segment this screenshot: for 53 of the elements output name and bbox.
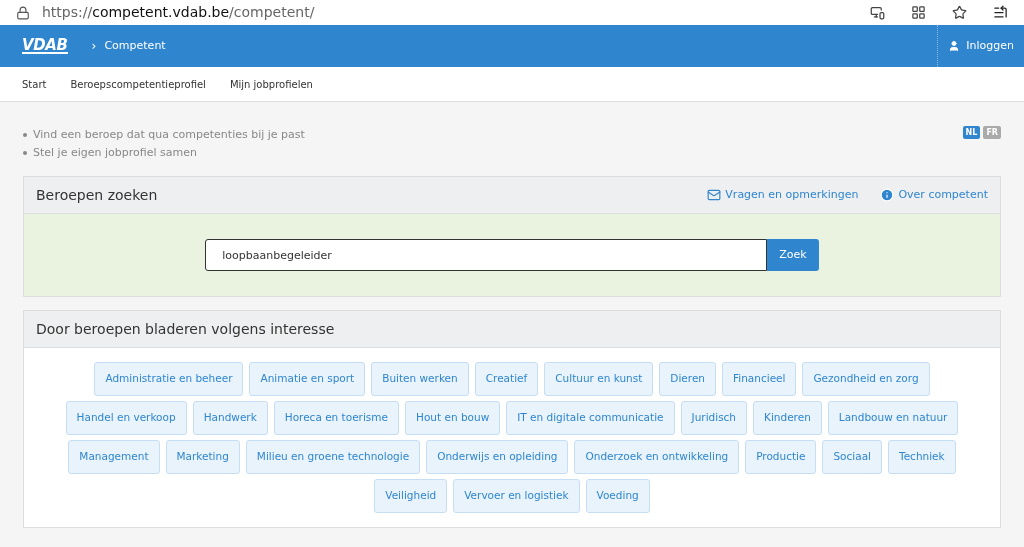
interest-tag[interactable]: Voeding	[585, 479, 650, 513]
favorite-icon[interactable]	[952, 5, 967, 20]
language-toggle[interactable]: FR	[983, 126, 1001, 139]
interest-tag[interactable]: Management	[68, 440, 160, 474]
nav-link[interactable]: Beroepscompetentieprofiel	[70, 76, 206, 92]
favorites-list-icon[interactable]	[993, 5, 1008, 20]
logo[interactable]: VDAB	[22, 38, 68, 54]
device-icon[interactable]	[870, 5, 885, 20]
bullet-icon	[23, 151, 27, 155]
interest-tag[interactable]: Dieren	[659, 362, 716, 396]
interest-tag[interactable]: Animatie en sport	[249, 362, 366, 396]
interest-tag[interactable]: Kinderen	[753, 401, 822, 435]
interest-tag[interactable]: Handel en verkoop	[65, 401, 187, 435]
grid-icon[interactable]	[911, 5, 926, 20]
panel-title: Door beroepen bladeren volgens interesse	[36, 319, 335, 339]
interest-tag[interactable]: Creatief	[474, 362, 539, 396]
interest-tag[interactable]: Gezondheid en zorg	[802, 362, 930, 396]
intro-item: Vind een beroep dat qua competenties bij je past	[33, 127, 305, 143]
search-button[interactable]: Zoek	[767, 239, 819, 271]
nav-link[interactable]: Start	[22, 76, 47, 92]
nav-link[interactable]: Mijn jobprofielen	[229, 76, 313, 92]
interest-tag[interactable]: Marketing	[165, 440, 240, 474]
bullet-icon	[23, 133, 27, 137]
lock-icon	[16, 5, 30, 20]
breadcrumb-link[interactable]: Competent	[104, 37, 166, 55]
panel-title: Beroepen zoeken	[36, 185, 159, 205]
interest-tag[interactable]: Veiligheid	[374, 479, 448, 513]
interest-tag[interactable]: Vervoer en logistiek	[453, 479, 580, 513]
interest-tag[interactable]: Administratie en beheer	[94, 362, 244, 396]
interest-tag[interactable]: Sociaal	[822, 440, 883, 474]
interest-tag[interactable]: Financieel	[722, 362, 797, 396]
interest-tag[interactable]: Milieu en groene technologie	[245, 440, 421, 474]
interest-tag[interactable]: IT en digitale communicatie	[506, 401, 675, 435]
language-toggle[interactable]: NL	[962, 126, 981, 139]
search-field[interactable]: loopbaanbegeleider	[205, 239, 768, 271]
interest-tag[interactable]: Buiten werken	[371, 362, 469, 396]
interest-tag[interactable]: Onderzoek en ontwikkeling	[574, 440, 740, 474]
header-link[interactable]: Over competent	[880, 186, 988, 204]
interest-tag[interactable]: Juridisch	[680, 401, 748, 435]
interest-tag[interactable]: Cultuur en kunst	[544, 362, 654, 396]
breadcrumb-separator: ›	[91, 38, 97, 55]
info-icon	[880, 188, 895, 202]
intro-item: Stel je eigen jobprofiel samen	[33, 145, 197, 161]
interest-tag[interactable]: Techniek	[888, 440, 956, 474]
interest-tag[interactable]: Onderwijs en opleiding	[426, 440, 569, 474]
interest-tag[interactable]: Hout en bouw	[405, 401, 501, 435]
interest-tag[interactable]: Productie	[745, 440, 817, 474]
mail-icon	[707, 188, 722, 202]
interest-tag[interactable]: Landbouw en natuur	[827, 401, 959, 435]
interest-tag[interactable]: Handwerk	[192, 401, 268, 435]
interest-tag[interactable]: Horeca en toerisme	[273, 401, 399, 435]
user-icon	[948, 40, 961, 52]
header-link[interactable]: Vragen en opmerkingen	[707, 186, 859, 204]
